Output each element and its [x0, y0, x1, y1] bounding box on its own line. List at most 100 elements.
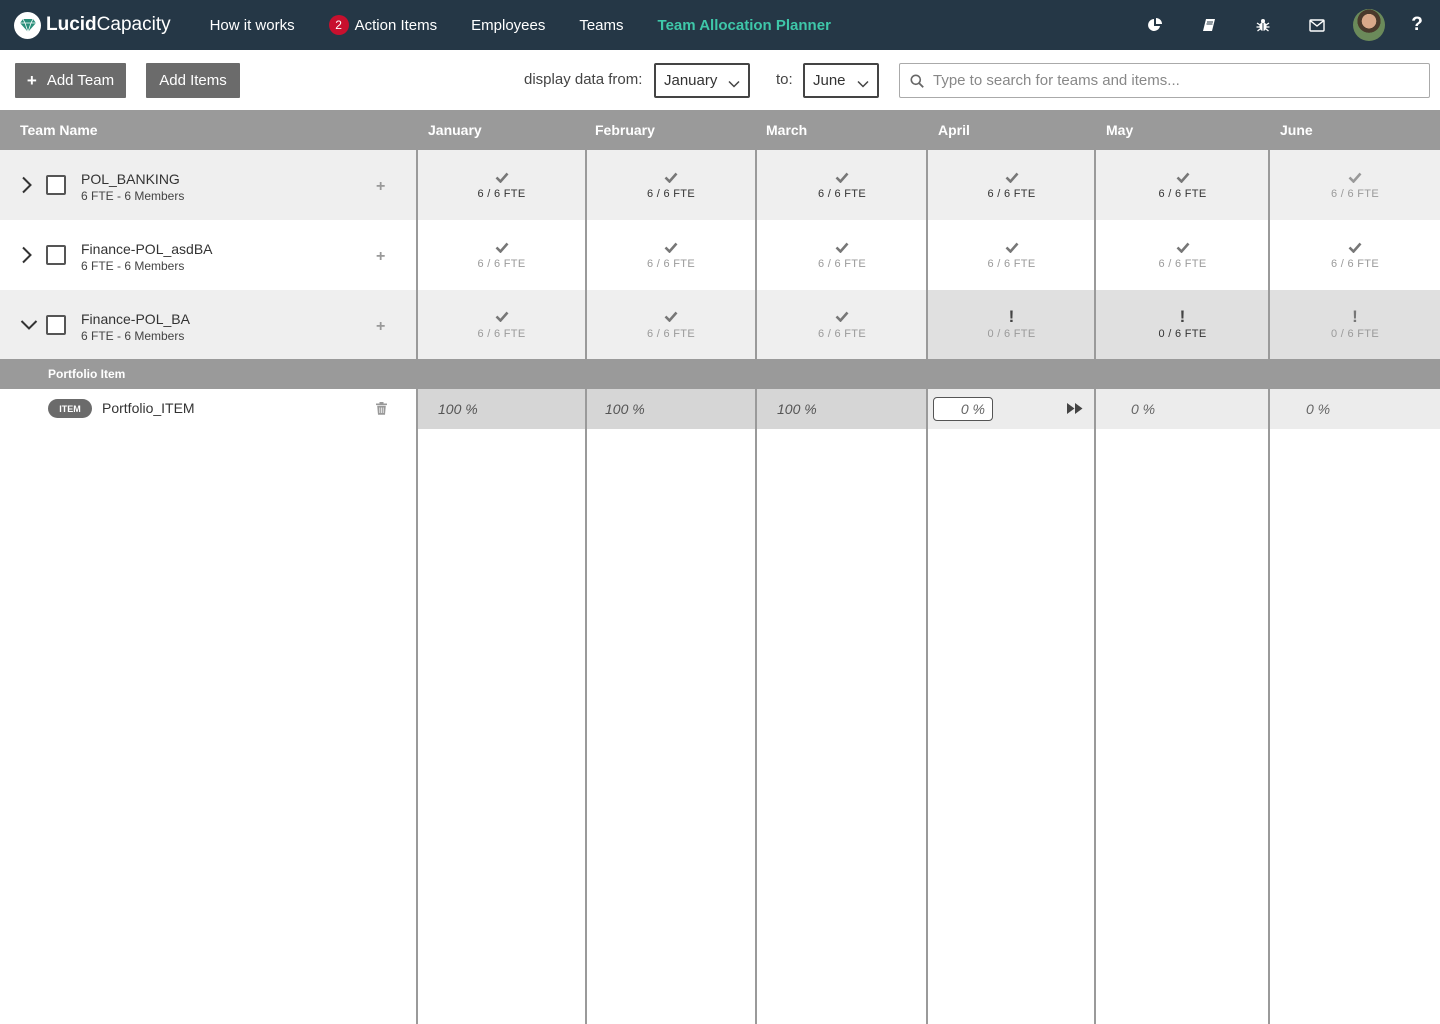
fte-value: 6 / 6 FTE	[477, 327, 526, 340]
bug-icon[interactable]	[1236, 0, 1290, 50]
team-row[interactable]: Finance-POL_BA 6 FTE - 6 Members + 6 / 6…	[0, 290, 1440, 359]
help-icon[interactable]: ?	[1394, 14, 1440, 36]
exclamation-icon: !	[1179, 306, 1186, 326]
envelope-icon[interactable]	[1290, 0, 1344, 50]
allocation-value: 100 %	[605, 401, 645, 417]
fte-value: 6 / 6 FTE	[647, 327, 695, 340]
allocation-cell[interactable]: 100 %	[418, 389, 585, 429]
fte-value: 6 / 6 FTE	[818, 258, 866, 270]
fte-value: 0 / 6 FTE	[1158, 327, 1207, 340]
team-checkbox[interactable]	[46, 175, 66, 195]
team-name: POL_BANKING	[81, 171, 180, 187]
checkmark-icon	[1005, 240, 1019, 254]
app-logo[interactable]: LucidCapacity	[14, 11, 171, 39]
fte-value: 6 / 6 FTE	[818, 327, 866, 340]
team-checkbox[interactable]	[46, 315, 66, 335]
from-month-select[interactable]: January	[654, 63, 750, 98]
team-checkbox[interactable]	[46, 245, 66, 265]
team-name-column-header: Team Name	[20, 122, 98, 138]
team-fte-members: 6 FTE - 6 Members	[81, 329, 185, 343]
fte-value: 6 / 6 FTE	[818, 188, 866, 200]
nav-how-it-works[interactable]: How it works	[210, 17, 295, 34]
allocation-value: 100 %	[438, 401, 478, 417]
add-item-plus-icon[interactable]: +	[376, 178, 385, 196]
portfolio-item-row[interactable]: ITEM Portfolio_ITEM 100 % 100 % 100 % 0 …	[0, 389, 1440, 429]
fte-value: 6 / 6 FTE	[1158, 188, 1207, 200]
add-items-button[interactable]: Add Items	[146, 63, 240, 98]
month-cell: 6 / 6 FTE	[418, 220, 585, 290]
checkmark-icon	[835, 170, 849, 184]
column-divider	[1268, 110, 1270, 1024]
month-header-may: May	[1106, 122, 1134, 138]
allocation-cell[interactable]: 0 %	[1096, 389, 1269, 429]
item-tag: ITEM	[48, 399, 92, 418]
team-info: Finance-POL_BA 6 FTE - 6 Members +	[0, 290, 417, 359]
team-fte-members: 6 FTE - 6 Members	[81, 189, 185, 203]
checkmark-icon	[1005, 170, 1019, 184]
column-divider	[1094, 110, 1096, 1024]
month-header-march: March	[766, 122, 808, 138]
month-header-april: April	[938, 122, 970, 138]
exclamation-icon: !	[1008, 306, 1015, 326]
team-name: Finance-POL_BA	[81, 311, 190, 327]
month-cell: 6 / 6 FTE	[1096, 220, 1269, 290]
month-cell: 6 / 6 FTE	[587, 220, 755, 290]
book-icon[interactable]	[1182, 0, 1236, 50]
month-cell: 6 / 6 FTE	[757, 220, 927, 290]
allocation-cell[interactable]: 100 %	[587, 389, 755, 429]
team-row[interactable]: Finance-POL_asdBA 6 FTE - 6 Members + 6 …	[0, 220, 1440, 290]
month-cell-understaffed: ! 0 / 6 FTE	[1270, 290, 1440, 359]
nav-action-items[interactable]: 2 Action Items	[328, 15, 437, 35]
allocation-value: 0 %	[1131, 401, 1156, 417]
allocation-input[interactable]: 0 %	[933, 397, 993, 421]
diamond-logo-icon	[14, 11, 41, 39]
checkmark-icon	[1348, 170, 1362, 184]
pie-chart-icon[interactable]	[1128, 0, 1182, 50]
fte-value: 6 / 6 FTE	[647, 258, 695, 270]
allocation-cell[interactable]: 0 %	[928, 389, 1095, 429]
to-label: to:	[776, 71, 793, 88]
toolbar: + Add Team Add Items display data from: …	[0, 50, 1440, 110]
checkmark-icon	[495, 240, 509, 254]
nav-employees[interactable]: Employees	[471, 17, 545, 34]
team-fte-members: 6 FTE - 6 Members	[81, 259, 185, 273]
add-item-plus-icon[interactable]: +	[376, 318, 385, 336]
checkmark-icon	[664, 170, 678, 184]
team-name: Finance-POL_asdBA	[81, 241, 213, 257]
fte-value: 6 / 6 FTE	[647, 188, 695, 200]
month-cell: 6 / 6 FTE	[418, 290, 585, 359]
to-month-select[interactable]: June	[803, 63, 879, 98]
add-item-plus-icon[interactable]: +	[376, 248, 385, 266]
to-month-value: June	[813, 72, 846, 89]
fte-value: 6 / 6 FTE	[987, 188, 1036, 200]
search-box[interactable]	[899, 63, 1430, 98]
item-name[interactable]: Portfolio_ITEM	[102, 400, 195, 416]
allocation-cell[interactable]: 100 %	[757, 389, 927, 429]
user-avatar[interactable]	[1353, 9, 1385, 41]
team-row[interactable]: POL_BANKING 6 FTE - 6 Members + 6 / 6 FT…	[0, 150, 1440, 220]
add-team-button[interactable]: + Add Team	[15, 63, 126, 98]
chevron-down-icon[interactable]	[20, 318, 38, 336]
nav-team-allocation-planner[interactable]: Team Allocation Planner	[658, 17, 831, 34]
checkmark-icon	[1176, 240, 1190, 254]
chevron-right-icon[interactable]	[21, 246, 33, 269]
nav-teams[interactable]: Teams	[579, 17, 623, 34]
nav-right-icons: ?	[1128, 0, 1440, 50]
chevron-right-icon[interactable]	[21, 176, 33, 199]
fast-forward-icon[interactable]	[1067, 403, 1083, 414]
month-header-february: February	[595, 122, 655, 138]
column-divider	[926, 110, 928, 1024]
fte-value: 6 / 6 FTE	[987, 258, 1036, 270]
allocation-cell[interactable]: 0 %	[1270, 389, 1440, 429]
search-input[interactable]	[933, 72, 1413, 89]
checkmark-icon	[664, 240, 678, 254]
month-cell: 6 / 6 FTE	[757, 290, 927, 359]
fte-value: 6 / 6 FTE	[477, 188, 526, 200]
month-header-january: January	[428, 122, 482, 138]
trash-icon[interactable]	[376, 402, 387, 420]
checkmark-icon	[1348, 240, 1362, 254]
allocation-grid: Team Name January February March April M…	[0, 110, 1440, 1024]
plus-icon: +	[26, 70, 37, 90]
display-from-label: display data from:	[524, 71, 643, 88]
search-icon	[910, 74, 924, 88]
